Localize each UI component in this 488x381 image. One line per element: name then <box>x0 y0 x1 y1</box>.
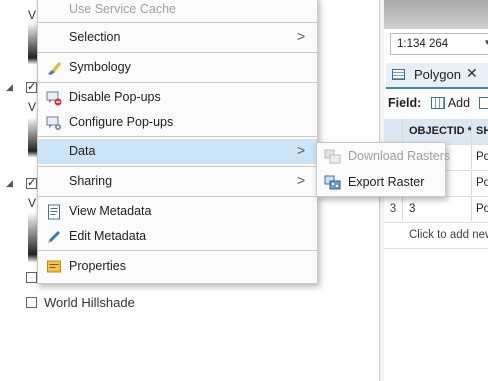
menu-item-label: Export Raster <box>348 175 425 189</box>
menu-item-export-raster[interactable]: Export Raster <box>317 170 445 195</box>
menu-item-label: Configure Pop-ups <box>69 115 174 129</box>
layer-visibility-checkbox[interactable] <box>26 272 37 283</box>
menu-item-configure-popups[interactable]: Configure Pop-ups <box>38 110 317 135</box>
menu-item-sharing[interactable]: Sharing > <box>38 169 317 194</box>
layer-name: World Hillshade <box>44 295 135 310</box>
menu-item-label: Sharing <box>69 174 113 188</box>
menu-separator <box>38 22 317 23</box>
expand-arrow-icon[interactable]: ◢ <box>6 82 13 93</box>
table-icon <box>392 69 405 80</box>
expand-arrow-icon[interactable]: ◢ <box>6 178 13 189</box>
layer-context-menu: Use Service Cache Selection > Symbology … <box>37 0 318 284</box>
chevron-right-icon: > <box>297 172 306 188</box>
map-scale-dropdown[interactable]: 1:134 264 ▾ <box>390 33 488 55</box>
download-rasters-icon <box>324 149 341 164</box>
tab-polygon-table[interactable]: Polygon ✕ <box>386 63 488 89</box>
menu-separator <box>38 250 317 251</box>
menu-separator <box>38 196 317 197</box>
layer-visibility-checkbox[interactable] <box>26 297 37 308</box>
menu-item-selection[interactable]: Selection > <box>38 25 317 50</box>
menu-item-label: Disable Pop-ups <box>69 90 161 104</box>
edit-metadata-icon <box>48 231 60 243</box>
tab-label: Polygon <box>414 67 461 82</box>
symbology-icon <box>48 62 61 75</box>
menu-item-label: Download Rasters <box>348 149 451 163</box>
menu-item-label: Symbology <box>69 60 131 74</box>
shape-cell[interactable]: Po <box>472 171 488 195</box>
menu-item-label: Data <box>69 144 96 158</box>
select-all-corner[interactable] <box>384 119 403 143</box>
menu-item-label: Edit Metadata <box>69 229 147 243</box>
menu-separator <box>38 166 317 167</box>
menu-item-label: Properties <box>69 259 126 273</box>
shape-cell[interactable]: Po <box>472 197 488 221</box>
add-new-row[interactable]: Click to add new <box>384 223 488 249</box>
menu-item-label: Selection <box>69 30 121 44</box>
menu-item-symbology[interactable]: Symbology <box>38 55 317 80</box>
layer-label-fragment: V <box>28 196 37 210</box>
layer-label-fragment: V <box>28 8 37 22</box>
field-label: Field: <box>388 96 422 110</box>
map-view[interactable] <box>384 0 488 29</box>
menu-item-edit-metadata[interactable]: Edit Metadata <box>38 224 317 249</box>
view-metadata-icon <box>48 204 60 220</box>
shape-cell[interactable]: Po <box>472 145 488 169</box>
menu-item-properties[interactable]: Properties <box>38 254 317 279</box>
layer-visibility-checkbox[interactable] <box>26 176 37 189</box>
column-header-shape[interactable]: SH <box>472 119 488 143</box>
map-scale-value: 1:134 264 <box>397 38 449 50</box>
menu-separator <box>38 136 317 137</box>
layer-visibility-checkbox[interactable] <box>26 80 37 93</box>
menu-item-disable-popups[interactable]: Disable Pop-ups <box>38 85 317 110</box>
layer-label-fragment: V <box>28 100 37 114</box>
menu-separator <box>38 82 317 83</box>
export-raster-icon <box>324 175 341 190</box>
field-toolbar: Field: Add <box>388 96 488 110</box>
field-tool-icon[interactable] <box>478 97 488 109</box>
configure-popups-icon <box>46 116 61 130</box>
menu-separator <box>38 52 317 53</box>
data-submenu: Download Rasters Export Raster <box>316 142 450 197</box>
objectid-cell[interactable]: 3 <box>403 197 472 221</box>
table-row[interactable]: 3 3 Po <box>384 197 488 223</box>
menu-item-view-metadata[interactable]: View Metadata <box>38 199 317 224</box>
menu-item-label: Use Service Cache <box>69 2 176 16</box>
menu-item-download-rasters[interactable]: Download Rasters <box>317 144 450 169</box>
properties-icon <box>47 260 61 273</box>
add-new-row-text[interactable]: Click to add new <box>403 223 488 247</box>
menu-item-data[interactable]: Data > <box>38 139 317 164</box>
chevron-right-icon: > <box>297 142 306 158</box>
chevron-right-icon: > <box>297 28 306 44</box>
add-field-icon[interactable] <box>430 97 445 109</box>
column-header-objectid[interactable]: OBJECTID * <box>403 119 472 143</box>
row-number[interactable]: 3 <box>384 197 403 221</box>
disable-popups-icon <box>46 91 62 106</box>
add-field-button[interactable]: Add <box>448 96 470 110</box>
menu-item-use-service-cache[interactable]: Use Service Cache <box>38 0 317 22</box>
close-icon[interactable]: ✕ <box>466 65 478 82</box>
menu-item-label: View Metadata <box>69 204 152 218</box>
